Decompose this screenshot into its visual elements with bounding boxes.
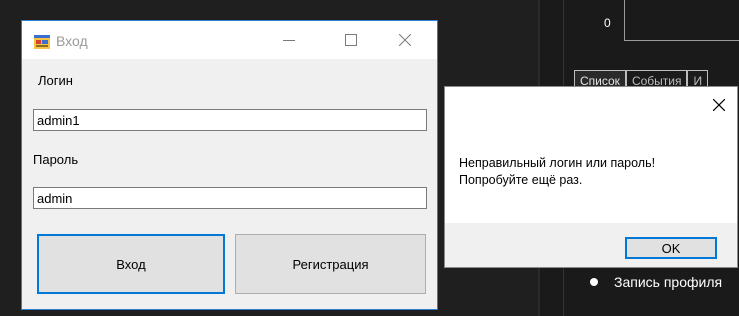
- graph-x-axis: [624, 40, 739, 41]
- login-window: Вход Логин Пароль Вход Регистрация: [21, 20, 438, 310]
- register-button[interactable]: Регистрация: [235, 234, 426, 294]
- minimize-button[interactable]: [266, 21, 312, 59]
- close-icon: [713, 99, 725, 111]
- profile-record-label: Запись профиля: [614, 274, 723, 290]
- password-field[interactable]: [33, 187, 427, 209]
- close-icon: [399, 34, 411, 46]
- app-icon: [34, 35, 50, 49]
- graph-zero-label: 0: [604, 16, 611, 30]
- minimize-icon: [283, 40, 295, 41]
- maximize-icon: [345, 34, 357, 46]
- login-button[interactable]: Вход: [37, 234, 225, 294]
- message-close-button[interactable]: [709, 95, 729, 115]
- login-titlebar[interactable]: Вход: [22, 21, 437, 59]
- ok-button[interactable]: OK: [625, 237, 717, 259]
- graph-y-axis: [624, 0, 625, 40]
- error-message-text: Неправильный логин или пароль! Попробуйт…: [459, 155, 655, 189]
- login-label: Логин: [38, 73, 73, 88]
- maximize-button[interactable]: [328, 21, 374, 59]
- password-label: Пароль: [33, 152, 79, 167]
- close-button[interactable]: [382, 21, 428, 59]
- error-message-line-1: Неправильный логин или пароль!: [459, 156, 656, 170]
- message-footer: OK: [445, 223, 737, 267]
- login-field[interactable]: [33, 109, 427, 131]
- profile-record-radio[interactable]: Запись профиля: [590, 274, 722, 290]
- window-title: Вход: [56, 33, 88, 49]
- error-message-line-2: Попробуйте ещё раз.: [459, 173, 583, 187]
- radio-dot-icon[interactable]: [590, 278, 598, 286]
- error-message-box: Неправильный логин или пароль! Попробуйт…: [444, 86, 738, 268]
